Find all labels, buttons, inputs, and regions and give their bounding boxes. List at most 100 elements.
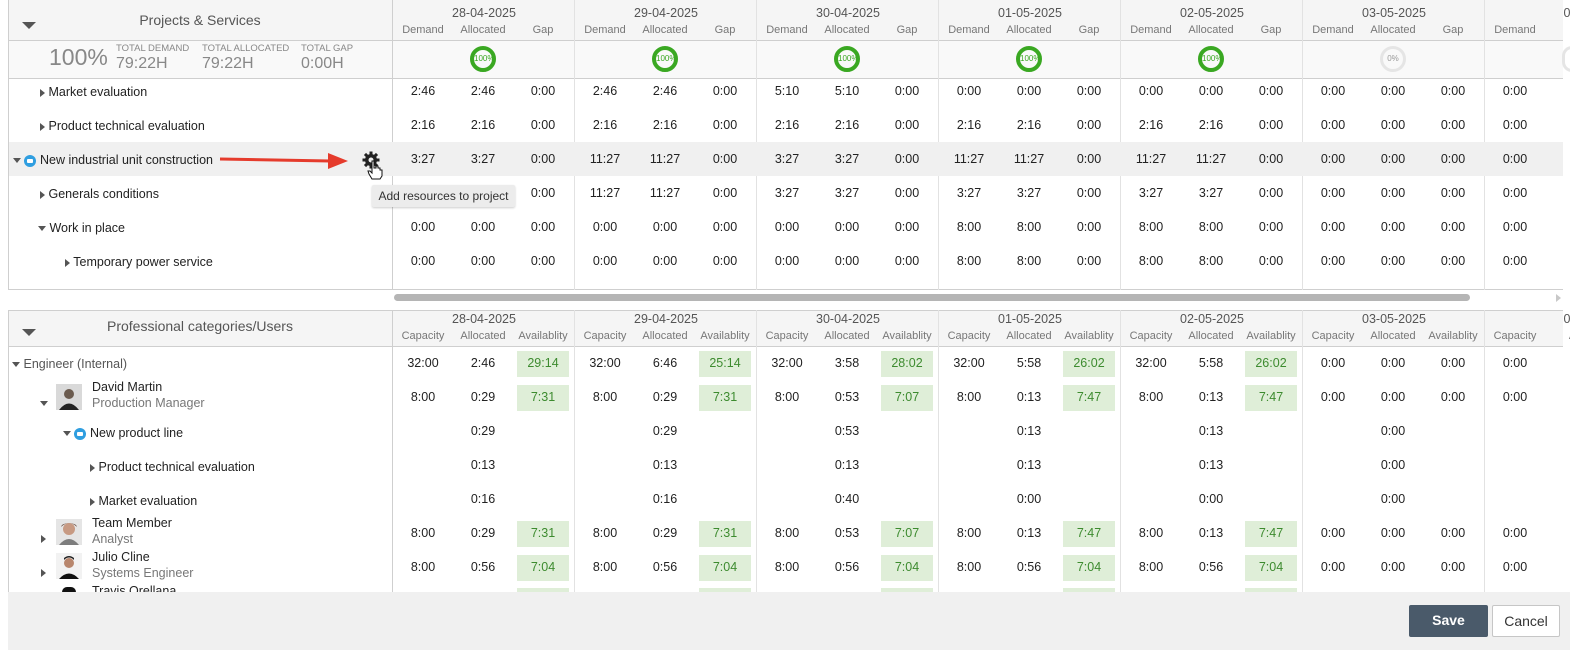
tree-item-new-industrial-unit[interactable]: New industrial unit construction <box>13 153 213 167</box>
hand-cursor-icon <box>367 160 383 180</box>
grid-cell: 0:00 <box>1258 220 1284 234</box>
grid-cell: 2:16 <box>470 118 496 132</box>
grid-cell: 5:10 <box>774 84 800 98</box>
grid-cell: 3:27 <box>470 152 496 166</box>
avatar <box>56 553 82 579</box>
grid-cell: 3:27 <box>410 152 436 166</box>
grid-cell: 0:29 <box>470 390 496 404</box>
tree-item-market-evaluation-2[interactable]: Market evaluation <box>90 494 197 508</box>
subcolumn-header: Availablity <box>518 330 568 342</box>
day-allocation-ring: 100% <box>1198 46 1224 72</box>
expand-julio-cline[interactable] <box>41 564 46 582</box>
date-header: 02-05-2025 <box>1180 312 1244 326</box>
subcolumn-header: Availablity <box>1064 330 1114 342</box>
grid-cell: 0:00 <box>1258 84 1284 98</box>
grid-cell: 26:02 <box>1073 356 1105 370</box>
collapse-projects-toggle[interactable] <box>22 16 36 34</box>
project-icon <box>24 154 37 167</box>
expand-team-member[interactable] <box>41 530 46 548</box>
tree-item-product-technical-evaluation[interactable]: Product technical evaluation <box>40 119 205 133</box>
user-david-martin[interactable]: David Martin Production Manager <box>92 379 205 411</box>
day-allocation-ring: 100% <box>652 46 678 72</box>
horizontal-scrollbar[interactable] <box>394 294 1470 301</box>
grid-cell: 0:00 <box>1198 492 1224 506</box>
subcolumn-header: Availablity <box>882 330 932 342</box>
tree-item-market-evaluation[interactable]: Market evaluation <box>40 85 147 99</box>
total-allocated-label: TOTAL ALLOCATED <box>202 43 290 54</box>
grid-cell: 0:29 <box>652 526 678 540</box>
expand-icon[interactable] <box>40 88 45 97</box>
expand-icon[interactable] <box>40 122 45 131</box>
user-team-member[interactable]: Team Member Analyst <box>92 515 172 547</box>
scroll-right-icon[interactable] <box>1556 294 1561 302</box>
cancel-button[interactable]: Cancel <box>1492 605 1560 637</box>
grid-cell: 0:00 <box>712 220 738 234</box>
user-julio-cline[interactable]: Julio Cline Systems Engineer <box>92 549 193 581</box>
grid-cell: 8:00 <box>410 526 436 540</box>
expand-david-martin[interactable] <box>40 395 48 413</box>
grid-cell: 0:13 <box>1016 424 1042 438</box>
grid-cell: 0:00 <box>1320 356 1346 370</box>
grid-cell: 11:27 <box>589 186 621 200</box>
tree-item-label: Work in place <box>49 221 125 235</box>
grid-cell: 2:16 <box>410 118 436 132</box>
total-allocated-value: 79:22H <box>202 55 254 72</box>
grid-cell: 0:00 <box>774 254 800 268</box>
grid-cell: 0:00 <box>894 84 920 98</box>
grid-cell: 8:00 <box>1198 220 1224 234</box>
expand-icon[interactable] <box>65 258 70 267</box>
grid-cell: 7:04 <box>894 560 920 574</box>
grid-cell: 0:00 <box>1380 560 1406 574</box>
collapse-icon[interactable] <box>38 226 46 232</box>
grid-cell: 3:27 <box>774 186 800 200</box>
grid-cell: 0:00 <box>834 254 860 268</box>
date-header: 03-05-2025 <box>1362 6 1426 20</box>
total-gap-value: 0:00H <box>301 55 344 72</box>
tree-item-product-technical-evaluation-2[interactable]: Product technical evaluation <box>90 460 255 474</box>
grid-cell: 7:04 <box>712 560 738 574</box>
grid-cell: 0:00 <box>1440 526 1466 540</box>
tree-item-generals-conditions[interactable]: Generals conditions <box>40 187 159 201</box>
grid-cell: 0:00 <box>470 254 496 268</box>
grid-cell: 0:00 <box>1076 84 1102 98</box>
expand-icon[interactable] <box>40 190 45 199</box>
grid-cell: 0:00 <box>1502 84 1528 98</box>
tree-item-work-in-place[interactable]: Work in place <box>38 221 125 235</box>
grid-cell: 0:00 <box>410 220 436 234</box>
grid-cell: 0:00 <box>1380 186 1406 200</box>
collapse-categories-toggle[interactable] <box>22 323 36 341</box>
tree-item-label: Product technical evaluation <box>48 119 205 133</box>
save-button[interactable]: Save <box>1409 605 1488 637</box>
collapse-icon[interactable] <box>13 158 21 164</box>
collapse-icon[interactable] <box>12 362 20 368</box>
grid-cell: 0:40 <box>834 492 860 506</box>
grid-cell: 8:00 <box>774 526 800 540</box>
user-travis-orellana[interactable]: Travis Orellana <box>92 584 176 592</box>
grid-cell: 2:16 <box>774 118 800 132</box>
grid-cell: 0:56 <box>652 560 678 574</box>
grid-cell: 8:00 <box>1016 220 1042 234</box>
grid-cell: 11:27 <box>649 186 681 200</box>
grid-cell: 3:27 <box>956 186 982 200</box>
grid-cell: 8:00 <box>1138 220 1164 234</box>
expand-icon[interactable] <box>90 463 95 472</box>
subcolumn-header: Gap <box>1442 24 1464 36</box>
tree-item-temporary-power-service[interactable]: Temporary power service <box>65 255 213 269</box>
grid-cell: 8:00 <box>1138 254 1164 268</box>
grid-cell: 0:00 <box>530 118 556 132</box>
grid-cell: 7:47 <box>1258 526 1284 540</box>
grid-cell: 0:16 <box>652 492 678 506</box>
grid-cell: 7:31 <box>530 390 556 404</box>
tree-item-label: Market evaluation <box>98 494 198 508</box>
grid-cell: 11:27 <box>589 152 621 166</box>
grid-cell: 32:00 <box>1135 356 1167 370</box>
grid-cell: 7:31 <box>530 526 556 540</box>
grid-cell: 7:47 <box>1076 390 1102 404</box>
expand-icon[interactable] <box>90 497 95 506</box>
tree-item-engineer-internal[interactable]: Engineer (Internal) <box>12 357 127 371</box>
tree-item-new-product-line[interactable]: New product line <box>63 426 183 440</box>
grid-cell: 8:00 <box>956 220 982 234</box>
grid-cell: 0:00 <box>592 254 618 268</box>
collapse-icon[interactable] <box>63 431 71 437</box>
grid-cell: 3:27 <box>774 152 800 166</box>
